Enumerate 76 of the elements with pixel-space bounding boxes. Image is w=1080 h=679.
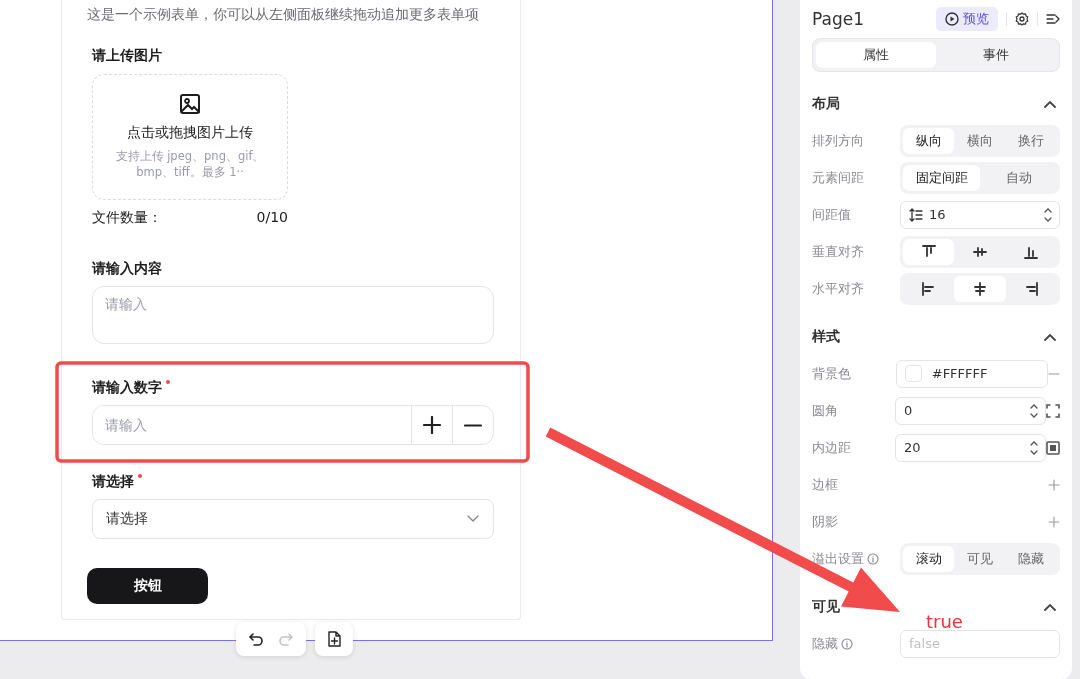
line-spacing-icon bbox=[909, 207, 923, 222]
segment-option[interactable]: 换行 bbox=[1005, 127, 1057, 154]
segment-option[interactable]: 横向 bbox=[954, 127, 1006, 154]
file-count-label: 文件数量： bbox=[92, 208, 162, 227]
select-value: 请选择 bbox=[106, 510, 148, 528]
align-option[interactable] bbox=[954, 275, 1006, 302]
property-label: 排列方向 bbox=[812, 131, 864, 150]
field-label: 请选择 bbox=[92, 471, 143, 491]
padding-icon[interactable] bbox=[1046, 440, 1060, 455]
number-field[interactable]: 20 bbox=[895, 433, 1046, 462]
chevron-up-icon[interactable] bbox=[1044, 603, 1056, 611]
submit-button[interactable]: 按钮 bbox=[87, 568, 208, 604]
collapse-panel-icon[interactable] bbox=[1046, 13, 1060, 25]
spin-arrows-icon[interactable] bbox=[1029, 402, 1039, 419]
chevron-down-icon bbox=[467, 515, 479, 523]
segment-option[interactable]: 固定间距 bbox=[903, 164, 980, 191]
file-plus-icon bbox=[327, 631, 341, 647]
property-label: 水平对齐 bbox=[812, 279, 864, 298]
panel-tab[interactable]: 属性 bbox=[816, 42, 936, 68]
upload-title: 点击或拖拽图片上传 bbox=[127, 123, 253, 142]
number-field[interactable]: 16 bbox=[900, 200, 1060, 229]
color-swatch[interactable] bbox=[904, 365, 922, 382]
corners-icon[interactable] bbox=[1046, 403, 1060, 418]
file-count: 0/10 bbox=[256, 208, 288, 227]
page-title: Page1 bbox=[812, 9, 865, 29]
spin-arrows-icon[interactable] bbox=[1043, 206, 1053, 223]
settings-icon[interactable] bbox=[1015, 12, 1029, 26]
add-page-button[interactable] bbox=[315, 622, 353, 656]
undo-icon[interactable] bbox=[248, 632, 264, 646]
segment-option[interactable]: 隐藏 bbox=[1005, 545, 1057, 572]
section-title: 布局 bbox=[812, 95, 840, 113]
align-top-icon bbox=[920, 243, 937, 260]
number-field[interactable]: 0 bbox=[895, 396, 1046, 425]
segment-option[interactable]: 可见 bbox=[954, 545, 1006, 572]
segment-option[interactable]: 滚动 bbox=[903, 545, 955, 572]
segment-option[interactable]: 自动 bbox=[980, 164, 1057, 191]
chevron-up-icon[interactable] bbox=[1044, 100, 1056, 108]
field-label: 请输入内容 bbox=[92, 259, 162, 278]
select-field[interactable]: 请选择 bbox=[92, 499, 494, 539]
section-title: 样式 bbox=[812, 328, 840, 346]
color-field[interactable]: #FFFFFF bbox=[895, 359, 1048, 388]
property-label: 边框 bbox=[812, 475, 838, 494]
field-label: 请输入数字 bbox=[92, 377, 171, 397]
align-option[interactable] bbox=[903, 238, 955, 265]
required-mark bbox=[165, 379, 171, 385]
field-label: 请上传图片 bbox=[92, 46, 162, 65]
minus-icon bbox=[464, 423, 482, 427]
property-label: 垂直对齐 bbox=[812, 242, 864, 261]
required-mark bbox=[137, 473, 143, 479]
info-icon bbox=[841, 637, 853, 650]
property-label: 阴影 bbox=[812, 512, 838, 531]
section-title: 可见 bbox=[812, 598, 840, 616]
property-label: 内边距 bbox=[812, 438, 851, 457]
property-label: 元素间距 bbox=[812, 168, 864, 187]
plus-icon bbox=[423, 416, 441, 434]
number-stepper-field[interactable]: 请输入 bbox=[92, 405, 494, 445]
property-label: 圆角 bbox=[812, 401, 838, 420]
panel-tab[interactable]: 事件 bbox=[936, 42, 1056, 68]
align-right-icon bbox=[1023, 280, 1040, 297]
preview-button[interactable]: 预览 bbox=[936, 7, 998, 31]
align-center-icon bbox=[972, 280, 988, 297]
play-icon bbox=[945, 12, 959, 26]
property-label: 隐藏 bbox=[812, 634, 838, 653]
spin-arrows-icon[interactable] bbox=[1029, 439, 1039, 456]
upload-area[interactable]: 点击或拖拽图片上传 支持上传 jpeg、png、gif、bmp、tiff。最多 1·· bbox=[92, 74, 288, 200]
image-icon bbox=[179, 93, 201, 115]
segment-option[interactable]: 纵向 bbox=[903, 127, 955, 154]
property-label: 间距值 bbox=[812, 205, 851, 224]
align-left-icon bbox=[920, 280, 937, 297]
info-icon bbox=[867, 552, 879, 565]
chevron-up-icon[interactable] bbox=[1044, 333, 1056, 341]
property-label: 溢出设置 bbox=[812, 549, 864, 568]
text-area[interactable]: 请输入 bbox=[92, 286, 494, 344]
upload-hint: 支持上传 jpeg、png、gif、bmp、tiff。最多 1·· bbox=[115, 148, 265, 180]
form-description: 这是一个示例表单，你可以从左侧面板继续拖动追加更多表单项 bbox=[87, 5, 480, 24]
property-label: 背景色 bbox=[812, 364, 851, 383]
